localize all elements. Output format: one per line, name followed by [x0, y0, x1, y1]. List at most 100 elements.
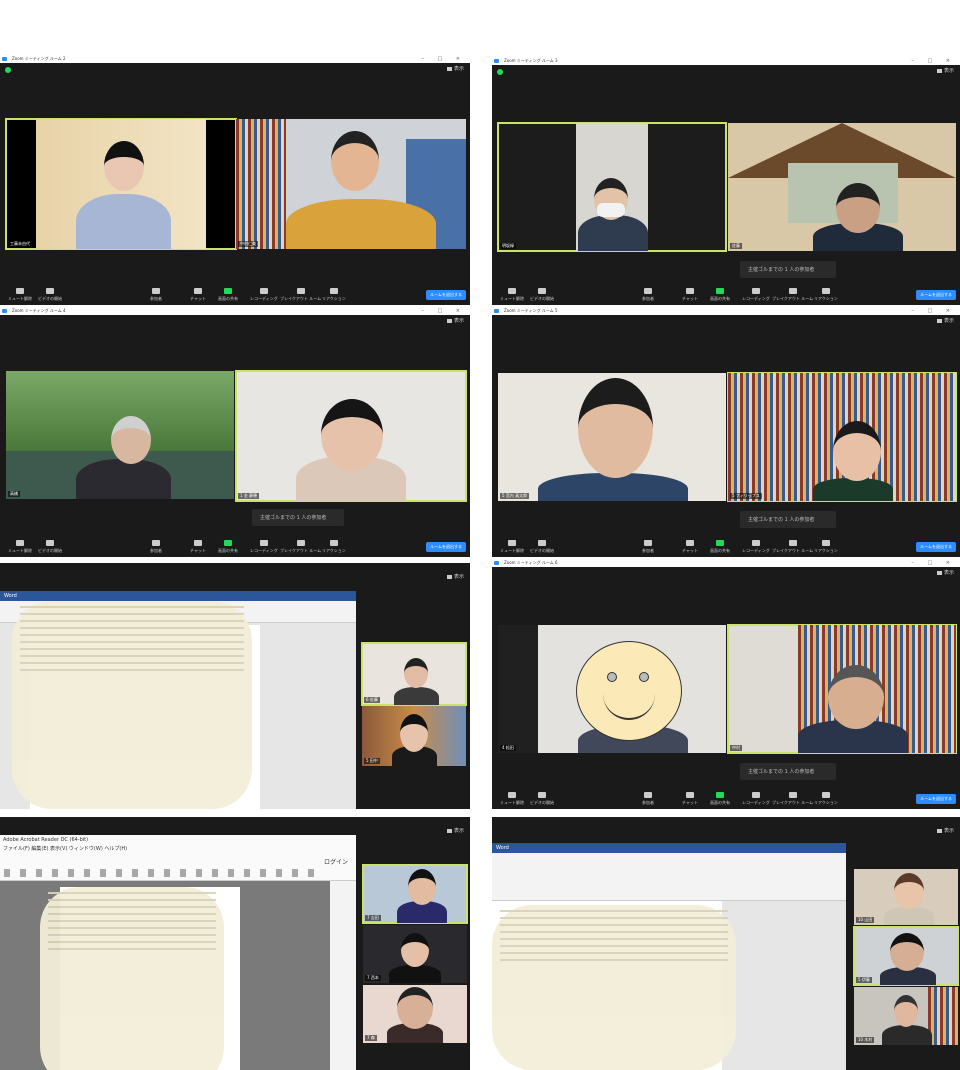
login-link[interactable]: ログイン: [324, 857, 348, 866]
mute-button[interactable]: ミュート解除: [8, 540, 32, 554]
video-tile[interactable]: 6 佐藤: [361, 642, 467, 706]
view-button[interactable]: 表示: [446, 573, 464, 580]
reactions-button[interactable]: リアクション: [322, 540, 346, 554]
video-tile[interactable]: 中村: [727, 624, 957, 754]
video-button[interactable]: ビデオの開始: [38, 540, 62, 554]
video-tile[interactable]: 工藤未由代: [5, 118, 237, 250]
meeting-toolbar: ミュート解除 ビデオの開始 参加者 チャット 画面の共有 レコーディング ブレイ…: [0, 283, 470, 305]
mute-button[interactable]: ミュート解除: [8, 288, 32, 302]
chat-icon: [685, 288, 694, 294]
chat-button[interactable]: チャット: [682, 540, 698, 554]
view-button[interactable]: 表示: [446, 827, 464, 834]
record-button[interactable]: レコーディング: [250, 540, 278, 554]
window-controls[interactable]: – □ ×: [421, 55, 466, 63]
mute-button[interactable]: ミュート解除: [500, 540, 524, 554]
camera-icon: [46, 540, 54, 546]
window-controls[interactable]: – □ ×: [911, 559, 956, 567]
zoom-logo-icon: [2, 309, 7, 313]
window-controls[interactable]: – □ ×: [911, 57, 956, 65]
toolbar-icons[interactable]: [4, 869, 324, 877]
video-button[interactable]: ビデオの開始: [530, 792, 554, 806]
record-button[interactable]: レコーディング: [742, 288, 770, 302]
breakout-icon: [788, 792, 797, 798]
record-button[interactable]: レコーディング: [742, 792, 770, 806]
video-button[interactable]: ビデオの開始: [530, 288, 554, 302]
video-tile[interactable]: 中村仁美: [236, 119, 466, 249]
security-shield-icon[interactable]: [5, 67, 11, 73]
reactions-button[interactable]: リアクション: [322, 288, 346, 302]
camera-icon: [538, 540, 546, 546]
video-tile[interactable]: 5 フィリップス: [727, 372, 957, 502]
side-tools-panel[interactable]: [330, 881, 356, 1070]
video-tile[interactable]: 5 田中: [362, 706, 466, 766]
shared-document[interactable]: Word: [492, 843, 846, 1070]
video-tile[interactable]: 5 伊藤: [853, 926, 959, 986]
microphone-icon: [508, 288, 516, 294]
chat-button[interactable]: チャット: [190, 288, 206, 302]
mute-button[interactable]: ミュート解除: [500, 792, 524, 806]
security-shield-icon[interactable]: [497, 69, 503, 75]
video-tile[interactable]: 7 森: [363, 985, 467, 1043]
video-tile[interactable]: 7 西本: [363, 925, 467, 983]
microphone-icon: [508, 792, 516, 798]
participants-button[interactable]: 参加者: [150, 288, 162, 302]
video-button[interactable]: ビデオの開始: [38, 288, 62, 302]
video-tile[interactable]: 10 山田: [854, 869, 958, 925]
share-screen-button[interactable]: 画面の共有: [218, 540, 238, 554]
view-button[interactable]: 表示: [936, 827, 954, 834]
reactions-button[interactable]: リアクション: [814, 792, 838, 806]
view-button[interactable]: 表示: [936, 317, 954, 324]
window-controls[interactable]: – □ ×: [911, 307, 956, 315]
video-tile[interactable]: 高橋: [6, 371, 234, 499]
breakout-button[interactable]: ブレイクアウト ルーム: [772, 792, 813, 806]
video-tile[interactable]: 10 木村: [854, 987, 958, 1045]
chat-icon: [193, 288, 202, 294]
leave-room-button[interactable]: ルームを退出する: [916, 290, 956, 300]
video-tile[interactable]: 5 宮内 真太郎: [498, 373, 726, 501]
reactions-button[interactable]: リアクション: [814, 288, 838, 302]
video-tile[interactable]: 4 松田: [498, 625, 726, 753]
mute-button[interactable]: ミュート解除: [500, 288, 524, 302]
chat-button[interactable]: チャット: [682, 792, 698, 806]
video-tile[interactable]: 1 金 静穂: [235, 370, 467, 502]
menu-bar[interactable]: ファイル(F) 編集(E) 表示(V) ウィンドウ(W) ヘルプ(H): [0, 845, 356, 852]
video-tile[interactable]: 佐藤: [728, 123, 956, 251]
share-screen-button[interactable]: 画面の共有: [218, 288, 238, 302]
record-button[interactable]: レコーディング: [742, 540, 770, 554]
meeting-toolbar: ミュート解除 ビデオの開始 参加者 チャット 画面の共有 レコーディング ブレイ…: [0, 535, 470, 557]
chat-button[interactable]: チャット: [190, 540, 206, 554]
breakout-button[interactable]: ブレイクアウト ルーム: [280, 540, 321, 554]
microphone-icon: [16, 288, 24, 294]
chat-button[interactable]: チャット: [682, 288, 698, 302]
share-screen-button[interactable]: 画面の共有: [710, 792, 730, 806]
breakout-button[interactable]: ブレイクアウト ルーム: [772, 288, 813, 302]
leave-room-button[interactable]: ルームを退出する: [426, 542, 466, 552]
participants-button[interactable]: 参加者: [150, 540, 162, 554]
leave-room-button[interactable]: ルームを退出する: [426, 290, 466, 300]
record-button[interactable]: レコーディング: [250, 288, 278, 302]
ribbon-tools[interactable]: [492, 853, 846, 901]
reactions-button[interactable]: リアクション: [814, 540, 838, 554]
view-button[interactable]: 表示: [446, 65, 464, 72]
participants-button[interactable]: 参加者: [642, 540, 654, 554]
breakout-button[interactable]: ブレイクアウト ルーム: [772, 540, 813, 554]
participants-button[interactable]: 参加者: [642, 792, 654, 806]
shared-document[interactable]: Word: [0, 591, 356, 809]
breakout-button[interactable]: ブレイクアウト ルーム: [280, 288, 321, 302]
leave-room-button[interactable]: ルームを退出する: [916, 542, 956, 552]
view-button[interactable]: 表示: [936, 67, 954, 74]
view-button[interactable]: 表示: [446, 317, 464, 324]
video-button[interactable]: ビデオの開始: [530, 540, 554, 554]
view-button[interactable]: 表示: [936, 569, 954, 576]
waiting-notice: 主催ゴルまでの 1 人の参加者: [252, 509, 344, 526]
smile-icon: [821, 792, 830, 798]
share-screen-button[interactable]: 画面の共有: [710, 288, 730, 302]
video-tile[interactable]: 明坂緑: [497, 122, 727, 252]
share-screen-button[interactable]: 画面の共有: [710, 540, 730, 554]
video-tile[interactable]: 7 吉田: [362, 864, 468, 924]
title-bar: Zoom ミーティング ルーム 3 – □ ×: [492, 57, 960, 65]
participants-button[interactable]: 参加者: [642, 288, 654, 302]
leave-room-button[interactable]: ルームを退出する: [916, 794, 956, 804]
window-controls[interactable]: – □ ×: [421, 307, 466, 315]
shared-pdf-viewer[interactable]: Adobe Acrobat Reader DC (64-bit) ファイル(F)…: [0, 835, 356, 1070]
